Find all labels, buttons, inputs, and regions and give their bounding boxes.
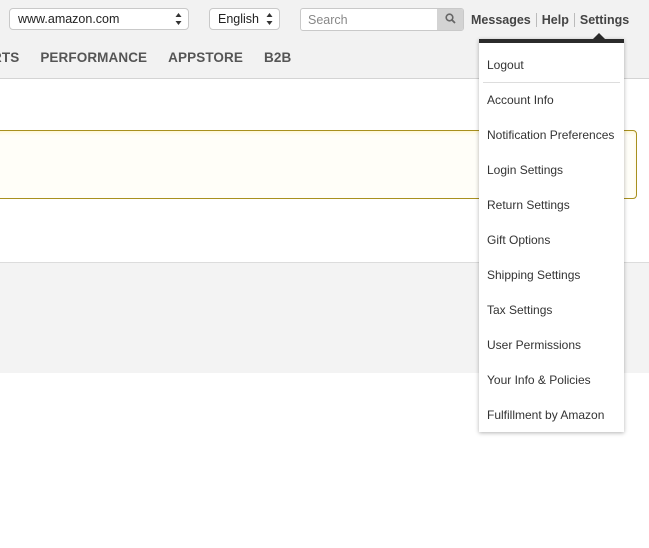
menu-item-shipping-settings[interactable]: Shipping Settings — [487, 267, 580, 283]
select-arrows-icon — [266, 12, 273, 26]
language-select-value: English — [218, 12, 259, 26]
menu-item-logout[interactable]: Logout — [487, 57, 524, 73]
top-links: Messages Help Settings — [471, 13, 629, 27]
main-nav: RTS PERFORMANCE APPSTORE B2B — [0, 50, 312, 65]
divider — [535, 13, 537, 27]
select-arrows-icon — [175, 12, 182, 26]
language-select[interactable]: English — [209, 8, 280, 30]
search-box — [300, 8, 464, 31]
menu-item-gift-options[interactable]: Gift Options — [487, 232, 550, 248]
settings-dropdown-menu: Logout Account Info Notification Prefere… — [479, 39, 624, 432]
search-button[interactable] — [437, 9, 463, 30]
settings-link[interactable]: Settings — [580, 13, 629, 27]
menu-item-return-settings[interactable]: Return Settings — [487, 197, 570, 213]
menu-item-login-settings[interactable]: Login Settings — [487, 162, 563, 178]
marketplace-select-value: www.amazon.com — [18, 12, 120, 26]
help-link[interactable]: Help — [542, 13, 569, 27]
messages-link[interactable]: Messages — [471, 13, 531, 27]
menu-item-tax-settings[interactable]: Tax Settings — [487, 302, 552, 318]
divider — [573, 13, 575, 27]
search-icon — [444, 11, 456, 29]
nav-item-performance[interactable]: PERFORMANCE — [40, 50, 147, 65]
nav-item-b2b[interactable]: B2B — [264, 50, 291, 65]
menu-item-fulfillment-by-amazon[interactable]: Fulfillment by Amazon — [487, 407, 604, 423]
menu-divider — [483, 82, 620, 83]
menu-item-your-info-policies[interactable]: Your Info & Policies — [487, 372, 591, 388]
menu-item-account-info[interactable]: Account Info — [487, 92, 554, 108]
nav-item-appstore[interactable]: APPSTORE — [168, 50, 243, 65]
marketplace-select[interactable]: www.amazon.com — [9, 8, 189, 30]
search-input[interactable] — [308, 11, 433, 28]
menu-item-user-permissions[interactable]: User Permissions — [487, 337, 581, 353]
nav-item-reports[interactable]: RTS — [0, 50, 19, 65]
menu-item-notification-preferences[interactable]: Notification Preferences — [487, 127, 614, 143]
